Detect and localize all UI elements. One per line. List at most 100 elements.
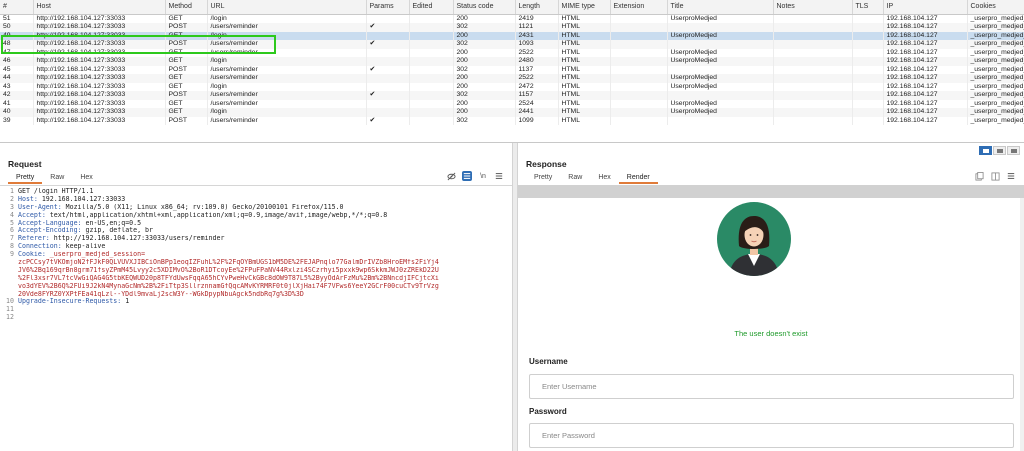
column-header[interactable]: TLS — [852, 0, 884, 15]
header-name: Upgrade-Insecure-Requests: — [18, 298, 122, 306]
code-line: Accept-Language: en-US,en;q=0.5 — [18, 220, 508, 228]
line-number — [0, 267, 14, 275]
table-row[interactable]: 39 http://192.168.104.127:33033 POST/users… — [0, 116, 1024, 125]
table-row[interactable]: 42 http://192.168.104.127:33033 POST/users… — [0, 91, 1024, 100]
header-name: Accept: — [18, 211, 46, 219]
cell-num: 40 — [0, 108, 34, 117]
column-header[interactable]: MIME type — [558, 0, 611, 15]
cell-ip: 192.168.104.127 — [883, 40, 968, 49]
cell-url: /users/reminder — [207, 65, 367, 74]
cell-status: 200 — [453, 108, 516, 117]
tab-response-render[interactable]: Render — [618, 172, 658, 184]
cell-empty — [610, 65, 668, 74]
column-header[interactable]: Notes — [773, 0, 853, 15]
cell-url: /users/reminder — [207, 48, 367, 57]
layout-horizontal-icon[interactable] — [993, 146, 1006, 155]
cell-num: 41 — [0, 99, 34, 108]
cell-title: UserproMedjed — [667, 14, 774, 23]
table-row[interactable]: 50 http://192.168.104.127:33033 POST/users… — [0, 23, 1024, 32]
cell-params: ✔ — [366, 91, 410, 100]
cell-url: /login — [207, 108, 367, 117]
column-header[interactable]: Host — [33, 0, 166, 15]
line-number-gutter: 1 2 3 4 5 6 7 8 9 10 11 12 — [0, 188, 14, 322]
response-scrollbar[interactable] — [1020, 198, 1024, 451]
tab-response-pretty[interactable]: Pretty — [526, 172, 560, 184]
cell-url: /login — [207, 82, 367, 91]
header-value: text/html,application/xhtml+xml,applicat… — [45, 211, 388, 219]
cell-length: 2480 — [515, 57, 559, 66]
cell-host: http://192.168.104.127:33033 — [33, 116, 166, 125]
table-row[interactable]: 41 http://192.168.104.127:33033 GET/users/… — [0, 99, 1024, 108]
cell-empty — [852, 82, 884, 91]
username-field[interactable] — [529, 374, 1014, 399]
table-row[interactable]: 51 http://192.168.104.127:33033 GET/login 2… — [0, 14, 1024, 23]
column-header[interactable]: Params — [366, 0, 410, 15]
table-row[interactable]: 40 http://192.168.104.127:33033 GET/login 2… — [0, 108, 1024, 117]
cell-url: /users/reminder — [207, 91, 367, 100]
line-number: 7 — [10, 235, 14, 243]
tab-response-hex[interactable]: Hex — [590, 172, 618, 184]
cell-url: /users/reminder — [207, 99, 367, 108]
cell-num: 47 — [0, 48, 34, 57]
table-row[interactable]: 44 http://192.168.104.127:33033 GET/users/… — [0, 74, 1024, 83]
layout-side-by-side-icon[interactable] — [979, 146, 992, 155]
cell-empty — [773, 91, 853, 100]
cell-params: ✔ — [366, 65, 410, 74]
cookie-value: JV6%2Bq169qrBn8grm71fsyZPmM45Lvyy2c5XDIM… — [18, 266, 439, 274]
tab-response-raw[interactable]: Raw — [560, 172, 590, 184]
cell-mime: HTML — [558, 91, 611, 100]
column-header[interactable]: Length — [515, 0, 559, 15]
tab-request-raw[interactable]: Raw — [42, 172, 72, 184]
expand-icon[interactable] — [990, 171, 1000, 181]
cell-status: 302 — [453, 116, 516, 125]
table-row[interactable]: 45 http://192.168.104.127:33033 POST/users… — [0, 65, 1024, 74]
column-header[interactable]: # — [0, 0, 34, 15]
newline-icon[interactable]: \n — [478, 171, 488, 181]
tab-request-pretty[interactable]: Pretty — [8, 172, 43, 184]
cell-title: UserproMedjed — [667, 108, 774, 117]
code-line: GET /login HTTP/1.1 — [18, 188, 508, 196]
table-row[interactable]: 48 http://192.168.104.127:33033 POST/users… — [0, 40, 1024, 49]
cell-num: 49 — [0, 31, 34, 40]
cell-length: 2522 — [515, 48, 559, 57]
line-number: 11 — [6, 306, 14, 314]
cell-empty — [773, 108, 853, 117]
column-header[interactable]: IP — [883, 0, 968, 15]
cell-mime: HTML — [558, 48, 611, 57]
cell-status: 302 — [453, 40, 516, 49]
hide-icon[interactable] — [446, 171, 456, 181]
column-header[interactable]: URL — [207, 0, 367, 15]
line-number: 1 — [10, 188, 14, 195]
table-row[interactable]: 43 http://192.168.104.127:33033 GET/login 2… — [0, 82, 1024, 91]
line-number: 4 — [10, 211, 14, 219]
format-icon[interactable] — [462, 171, 472, 181]
request-title: Request — [8, 159, 42, 169]
cell-method: POST — [165, 23, 208, 32]
column-header[interactable]: Cookies — [967, 0, 1024, 15]
cell-cookies: _userpro_medjed_ — [967, 116, 1024, 125]
tab-request-hex[interactable]: Hex — [72, 172, 100, 184]
password-field[interactable] — [529, 423, 1014, 448]
cell-title: UserproMedjed — [667, 82, 774, 91]
menu-icon[interactable] — [1006, 171, 1016, 181]
table-row[interactable]: 46 http://192.168.104.127:33033 GET/login 2… — [0, 57, 1024, 66]
table-row[interactable]: 49 http://192.168.104.127:33033 GET/login 2… — [0, 31, 1024, 40]
column-header[interactable]: Status code — [453, 0, 516, 15]
cell-num: 39 — [0, 116, 34, 125]
cell-mime: HTML — [558, 23, 611, 32]
cell-empty — [610, 99, 668, 108]
cell-status: 200 — [453, 14, 516, 23]
cell-mime: HTML — [558, 40, 611, 49]
request-editor[interactable]: 1 2 3 4 5 6 7 8 9 10 11 12 GET /login HTTP/1.1 Host:… — [0, 185, 512, 451]
copy-icon[interactable] — [974, 171, 984, 181]
layout-tabs-icon[interactable] — [1007, 146, 1020, 155]
column-header[interactable]: Edited — [409, 0, 454, 15]
table-row[interactable]: 47 http://192.168.104.127:33033 GET/users/… — [0, 48, 1024, 57]
menu-icon[interactable] — [494, 171, 504, 181]
line-number: 9 — [10, 251, 14, 259]
column-header[interactable]: Extension — [610, 0, 668, 15]
column-header[interactable]: Method — [165, 0, 208, 15]
column-header[interactable]: Title — [667, 0, 774, 15]
cell-empty — [409, 23, 454, 32]
code-line: User-Agent: Mozilla/5.0 (X11; Linux x86_… — [18, 204, 508, 212]
